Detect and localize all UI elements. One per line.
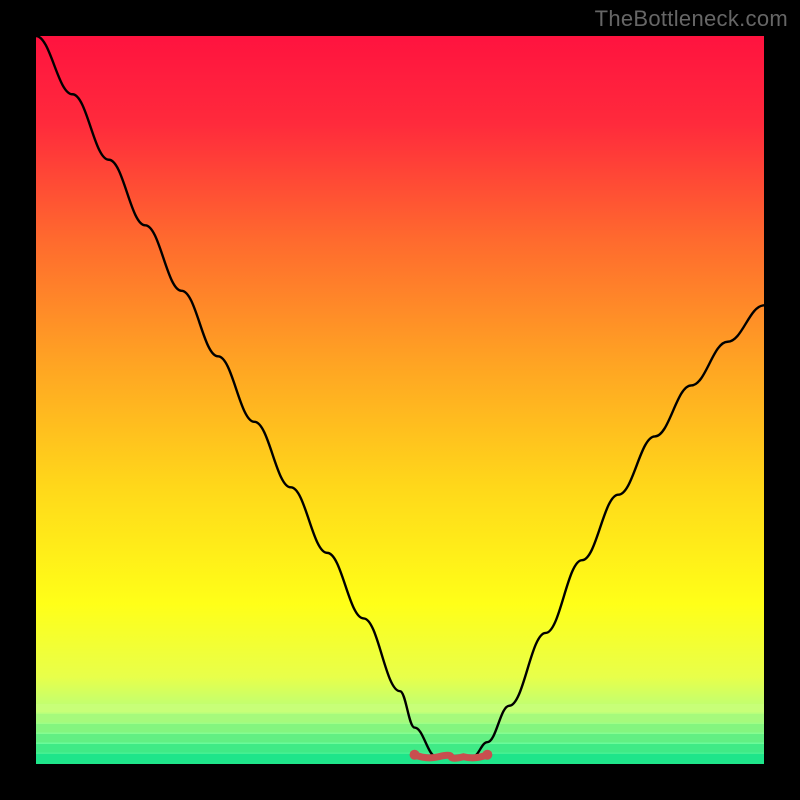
flat-segment-dot-left	[410, 750, 420, 760]
plot-area	[36, 36, 764, 764]
curve-path	[36, 36, 764, 757]
flat-segment	[415, 755, 488, 759]
curve	[36, 36, 764, 764]
flat-segment-dot-right	[482, 750, 492, 760]
watermark-text: TheBottleneck.com	[595, 6, 788, 32]
chart-frame: TheBottleneck.com	[0, 0, 800, 800]
